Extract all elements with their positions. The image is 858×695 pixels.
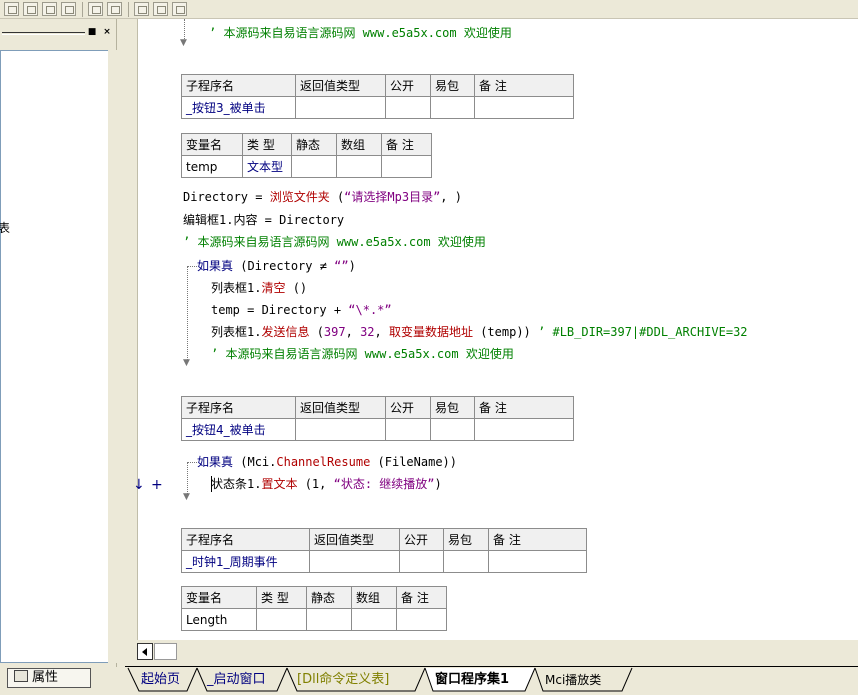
panel-truncated-text: 表 [0,221,11,235]
splitter[interactable] [117,19,125,695]
header-cell: 备 注 [474,396,574,419]
header-cell: 备 注 [488,528,587,551]
tab-startup-window[interactable]: _启动窗口 [203,669,270,691]
panel-scrollbar[interactable] [108,50,117,663]
sub-header-table[interactable]: 子程序名 返回值类型 公开 易包 备 注 _时钟1_周期事件 [181,528,587,573]
toolbar [0,0,858,19]
header-cell: 类 型 [256,586,307,609]
header-cell: 公开 [399,528,444,551]
header-cell: 返回值类型 [295,74,386,97]
code-line[interactable]: Directory = 浏览文件夹 (“请选择Mp3目录”, ) [183,189,462,205]
expand-plus-icon[interactable]: + [151,477,163,493]
header-cell: 备 注 [381,133,432,156]
header-cell: 易包 [430,74,475,97]
breakpoint-arrow-icon[interactable]: ↓ [133,477,145,493]
close-button[interactable]: × [101,27,113,39]
horizontal-scrollbar[interactable] [125,640,858,666]
sub-name-cell[interactable]: _按钮4_被单击 [181,418,296,441]
sub-name-cell[interactable]: _时钟1_周期事件 [181,550,310,573]
var-type-cell[interactable]: 文本型 [242,155,292,178]
var-name-cell[interactable]: Length [181,608,257,631]
var-table[interactable]: 变量名 类 型 静态 数组 备 注 Length [181,586,447,631]
panel-title-bar: ■ × [0,26,117,40]
header-cell: 静态 [306,586,352,609]
header-cell: 返回值类型 [295,396,386,419]
header-cell: 返回值类型 [309,528,400,551]
header-cell: 数组 [351,586,397,609]
same-height-icon[interactable] [153,2,168,16]
distribute-horizontal-icon[interactable] [88,2,103,16]
header-cell: 变量名 [181,586,257,609]
header-cell: 备 注 [474,74,574,97]
scroll-track[interactable] [154,643,177,660]
sub-header-table[interactable]: 子程序名 返回值类型 公开 易包 备 注 _按钮4_被单击 [181,396,574,441]
header-cell: 公开 [385,74,431,97]
comment-line[interactable]: ’ 本源码来自易语言源码网 www.e5a5x.com 欢迎使用 [209,25,512,41]
code-line[interactable]: 编辑框1.内容 = Directory [183,212,344,228]
header-cell: 变量名 [181,133,243,156]
align-bottom-icon[interactable] [61,2,76,16]
header-cell: 类 型 [242,133,292,156]
tab-start-page[interactable]: 起始页 [137,669,184,691]
comment-line[interactable]: ’ 本源码来自易语言源码网 www.e5a5x.com 欢迎使用 [211,346,514,362]
left-panel: ■ × 表 [0,19,117,667]
same-width-icon[interactable] [134,2,149,16]
header-cell: 子程序名 [181,528,310,551]
text-cursor [211,476,212,492]
header-cell: 子程序名 [181,74,296,97]
editor-gutter [125,19,138,640]
same-size-icon[interactable] [172,2,187,16]
header-cell: 数组 [336,133,382,156]
header-cell: 子程序名 [181,396,296,419]
align-top-icon[interactable] [23,2,38,16]
code-line[interactable]: 如果真 (Directory ≠ “”) [197,258,356,274]
minimize-button[interactable]: ■ [86,27,98,39]
header-cell: 公开 [385,396,431,419]
grid-icon[interactable] [4,2,19,16]
properties-tab-label: 属性 [32,670,59,685]
header-cell: 备 注 [396,586,447,609]
code-line[interactable]: 列表框1.清空 () [211,280,307,296]
header-cell: 易包 [430,396,475,419]
code-line[interactable]: 如果真 (Mci.ChannelResume (FileName)) [197,454,457,470]
code-line[interactable]: 状态条1.置文本 (1, “状态: 继续播放”) [211,476,442,492]
properties-icon [14,670,28,682]
code-line[interactable]: 列表框1.发送信息 (397, 32, 取变量数据地址 (temp)) ’ #L… [211,324,748,340]
flow-line [187,462,188,496]
tab-mci-class[interactable]: Mci播放类 [541,669,605,691]
var-table[interactable]: 变量名 类 型 静态 数组 备 注 temp 文本型 [181,133,432,178]
tab-dll-commands[interactable]: [Dll命令定义表] [293,669,393,691]
flow-arrow-icon: ▼ [183,492,190,502]
scroll-left-button[interactable] [137,643,153,660]
comment-line[interactable]: ’ 本源码来自易语言源码网 www.e5a5x.com 欢迎使用 [183,234,486,250]
flow-arrow-icon: ▼ [183,358,190,368]
panel-tree[interactable]: 表 [0,50,109,663]
tab-window-assembly[interactable]: 窗口程序集1 [431,669,513,691]
header-cell: 易包 [443,528,489,551]
document-tabs: 起始页 _启动窗口 [Dll命令定义表] 窗口程序集1 Mci播放类 [125,666,858,695]
sub-header-table[interactable]: 子程序名 返回值类型 公开 易包 备 注 _按钮3_被单击 [181,74,574,119]
header-cell: 静态 [291,133,337,156]
code-line[interactable]: temp = Directory + “\*.*” [211,302,392,318]
code-editor[interactable]: ▼ ’ 本源码来自易语言源码网 www.e5a5x.com 欢迎使用 子程序名 … [125,19,858,640]
flow-arrow-icon: ▼ [180,38,187,48]
distribute-vertical-icon[interactable] [107,2,122,16]
flow-line [187,266,188,360]
align-middle-icon[interactable] [42,2,57,16]
var-name-cell[interactable]: temp [181,155,243,178]
sub-name-cell[interactable]: _按钮3_被单击 [181,96,296,119]
properties-tab[interactable]: 属性 [7,668,91,688]
